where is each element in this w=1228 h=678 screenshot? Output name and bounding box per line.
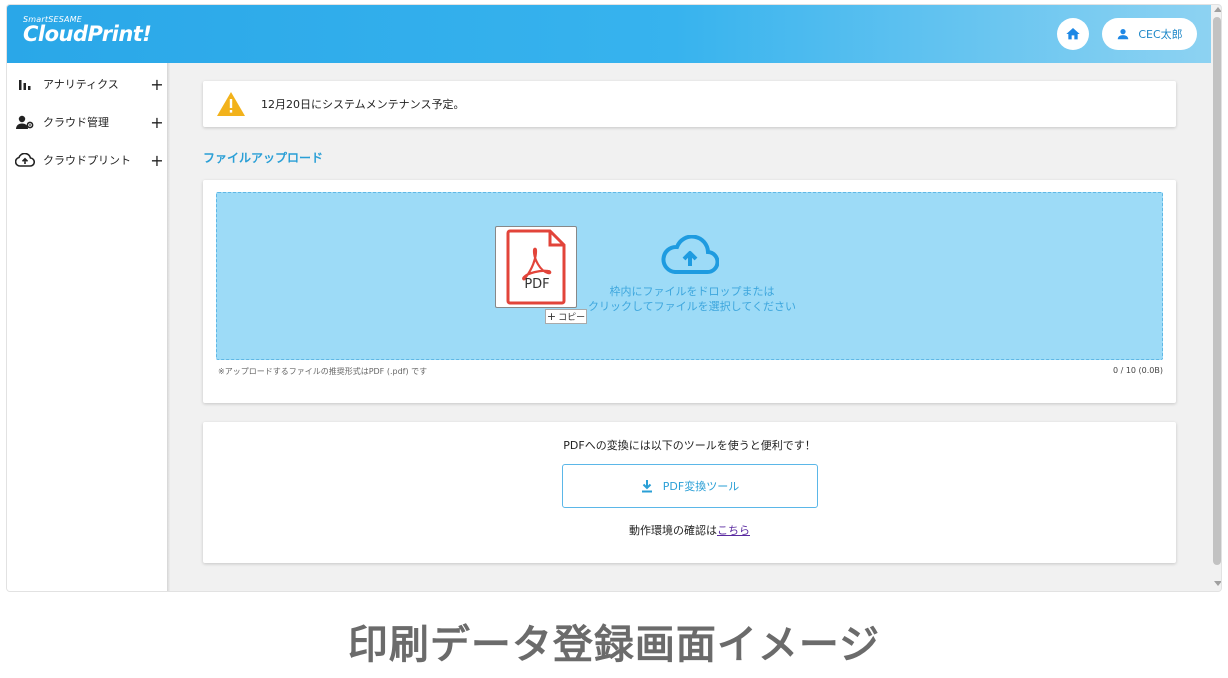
app-logo[interactable]: SmartSESAME CloudPrint! [23,15,152,46]
sidebar: アナリティクス + クラウド管理 + クラウドプリント + [7,63,167,591]
cloud-upload-icon [15,150,35,170]
download-icon [641,480,652,493]
drop-instruction-line1: 枠内にファイルをドロップまたは [609,285,775,298]
expand-icon[interactable]: + [149,113,165,132]
pdf-converter-download-button[interactable]: PDF変換ツール [562,464,818,508]
home-icon [1066,28,1080,40]
header-bar: SmartSESAME CloudPrint! CEC太郎 [7,5,1221,63]
expand-icon[interactable]: + [149,75,165,94]
sidebar-item-analytics[interactable]: アナリティクス + [15,71,165,97]
notice-text: 12月20日にシステムメンテナンス予定。 [261,98,465,111]
user-name: CEC太郎 [1138,28,1183,41]
bar-chart-icon [15,74,35,94]
scroll-down-arrow[interactable] [1214,581,1221,586]
home-button[interactable] [1057,18,1089,50]
conversion-tool-text: PDFへの変換には以下のツールを使うと便利です！ [563,439,816,452]
sidebar-item-cloud-management[interactable]: クラウド管理 + [15,109,165,135]
upload-file-count: 0 / 10 (0.0B) [1112,366,1163,375]
maintenance-notice: 12月20日にシステムメンテナンス予定。 [203,81,1176,127]
pdf-file-tile[interactable]: PDF [495,226,577,308]
vertical-scrollbar[interactable] [1211,5,1221,591]
cloud-upload-icon [661,235,719,274]
user-menu-button[interactable]: CEC太郎 [1102,18,1197,50]
sidebar-item-label: クラウドプリント [43,154,131,167]
environment-check-prefix: 動作環境の確認は [629,524,717,537]
section-title: ファイルアップロード [203,151,324,165]
screen-caption: 印刷データ登録画面イメージ [347,622,881,668]
user-icon [1118,29,1129,40]
drop-instruction-line2: クリックしてファイルを選択してください [587,300,796,313]
scroll-up-arrow[interactable] [1214,7,1221,12]
pdf-label: PDF [524,277,550,292]
expand-icon[interactable]: + [149,151,165,170]
pdf-converter-label: PDF変換ツール [662,480,740,493]
drop-instructions: 枠内にファイルをドロップまたは クリックしてファイルを選択してください [577,284,807,314]
file-dropzone[interactable]: PDF + コピー 枠内にファイルをドロップまたは クリックしてファイルを選択し… [216,192,1163,360]
pdf-file-icon [506,229,566,305]
app-window: SmartSESAME CloudPrint! CEC太郎 アナリティクス + … [6,4,1222,592]
upload-format-note: ※アップロードするファイルの推奨形式はPDF (.pdf) です [218,367,428,376]
logo-brand-name: CloudPrint! [23,22,152,46]
upload-card: PDF + コピー 枠内にファイルをドロップまたは クリックしてファイルを選択し… [203,180,1176,403]
sidebar-item-cloud-print[interactable]: クラウドプリント + [15,147,165,173]
scroll-thumb[interactable] [1213,17,1221,565]
sidebar-item-label: アナリティクス [43,78,119,91]
warning-icon [215,90,247,118]
environment-check-text: 動作環境の確認はこちら [203,522,1176,538]
plus-icon: + [546,310,557,323]
sidebar-item-label: クラウド管理 [43,116,109,129]
conversion-tool-card: PDFへの変換には以下のツールを使うと便利です！ PDF変換ツール 動作環境の確… [203,422,1176,563]
user-gear-icon [15,112,35,132]
sidebar-divider [167,63,170,591]
environment-check-link[interactable]: こちら [717,524,750,537]
